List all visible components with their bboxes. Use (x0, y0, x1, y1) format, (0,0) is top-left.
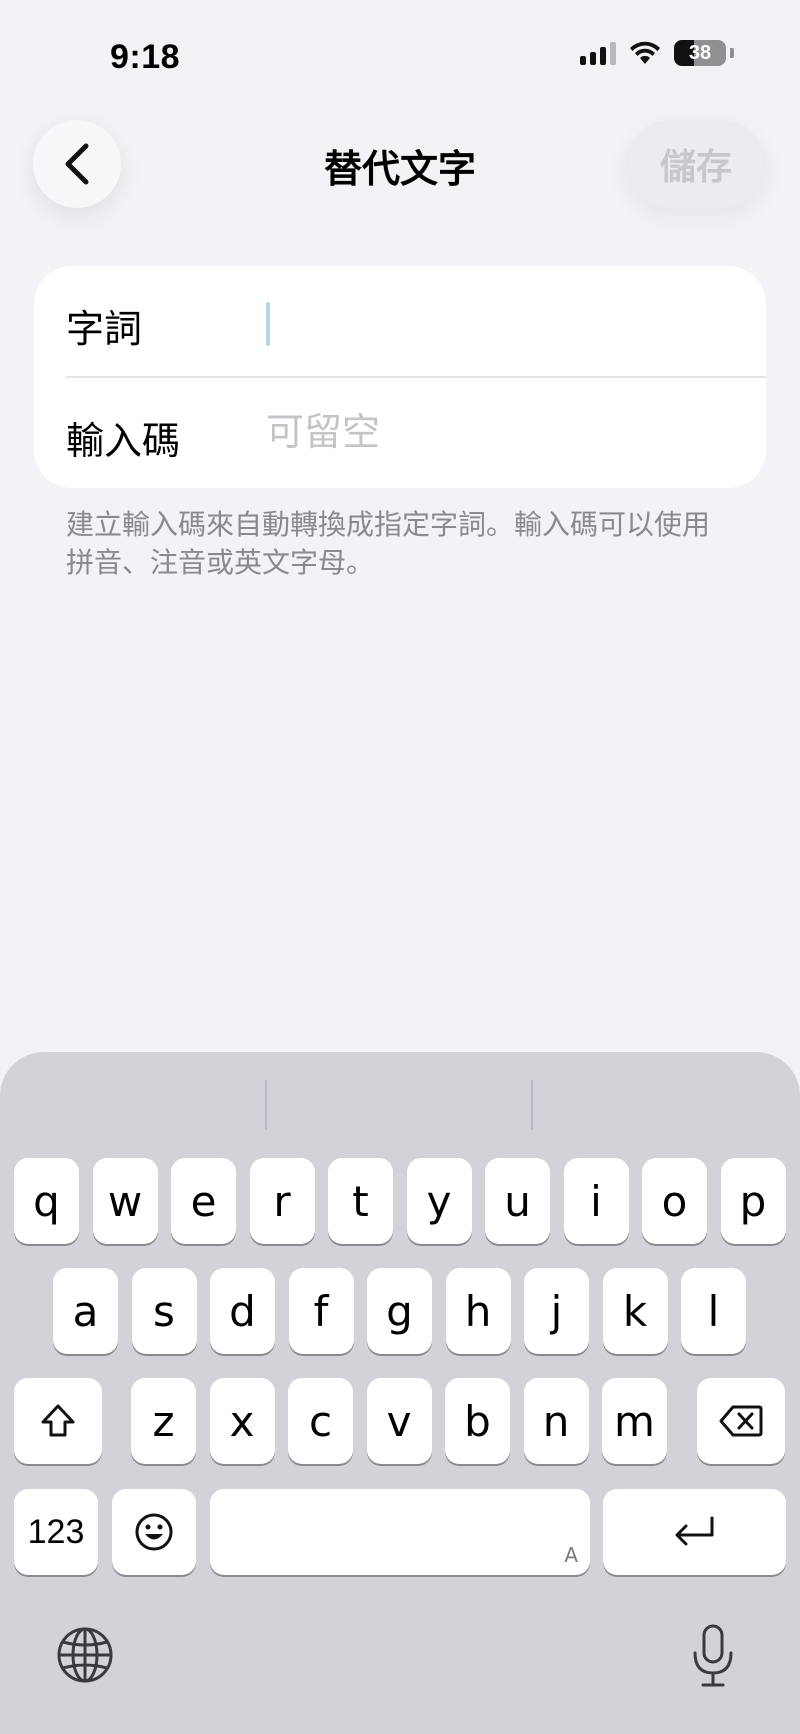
battery-icon: 38 (674, 40, 726, 66)
save-button[interactable]: 儲存 (626, 120, 766, 208)
battery-cap (730, 48, 734, 58)
helper-text: 建立輸入碼來自動轉換成指定字詞。輸入碼可以使用拼音、注音或英文字母。 (66, 508, 711, 579)
replacement-text-screen: 9:18 38 替代文字 儲存 字詞 輸入碼 可留空 建立輸入碼來自動轉換成指定… (0, 0, 800, 1734)
status-bar: 9:18 38 (0, 0, 800, 110)
key-g[interactable]: g (367, 1268, 432, 1354)
phrase-row: 字詞 (34, 266, 766, 376)
shift-key[interactable] (14, 1378, 102, 1464)
backspace-icon (719, 1405, 763, 1437)
key-a[interactable]: a (53, 1268, 118, 1354)
space-language-hint: A (564, 1543, 578, 1567)
return-key[interactable] (603, 1489, 786, 1575)
key-f[interactable]: f (288, 1268, 354, 1354)
key-r[interactable]: r (249, 1158, 315, 1244)
microphone-icon (693, 1624, 733, 1687)
status-time: 9:18 (110, 38, 181, 76)
back-button[interactable] (33, 120, 121, 208)
shortcut-label: 輸入碼 (66, 419, 181, 463)
replacement-form-card: 字詞 輸入碼 (34, 266, 766, 488)
key-c[interactable]: c (288, 1378, 353, 1464)
key-b[interactable]: b (445, 1378, 510, 1464)
phrase-input[interactable] (266, 288, 726, 352)
key-e[interactable]: e (171, 1158, 236, 1244)
key-u[interactable]: u (485, 1158, 550, 1244)
key-z[interactable]: z (131, 1378, 196, 1464)
page-title: 替代文字 (323, 147, 476, 191)
key-l[interactable]: l (681, 1268, 746, 1354)
globe-button[interactable] (52, 1622, 118, 1688)
key-y[interactable]: y (406, 1158, 472, 1244)
suggestion-divider (531, 1080, 533, 1130)
key-x[interactable]: x (209, 1378, 275, 1464)
key-i[interactable]: i (563, 1158, 629, 1244)
suggestion-bar (0, 1052, 800, 1152)
shortcut-row: 輸入碼 (34, 378, 766, 488)
emoji-key[interactable] (112, 1489, 196, 1575)
suggestion-divider (265, 1080, 267, 1130)
chevron-left-icon (65, 143, 89, 185)
key-s[interactable]: s (131, 1268, 197, 1354)
key-o[interactable]: o (642, 1158, 707, 1244)
numbers-key[interactable]: 123 (14, 1489, 98, 1575)
key-m[interactable]: m (602, 1378, 667, 1464)
key-d[interactable]: d (210, 1268, 275, 1354)
emoji-icon (135, 1513, 173, 1551)
key-v[interactable]: v (366, 1378, 432, 1464)
key-n[interactable]: n (523, 1378, 589, 1464)
cellular-signal-icon (580, 41, 616, 65)
text-caret (266, 302, 270, 346)
wifi-icon (630, 41, 660, 64)
return-icon (675, 1516, 713, 1546)
phrase-label: 字詞 (66, 307, 143, 351)
key-k[interactable]: k (602, 1268, 668, 1354)
key-w[interactable]: w (92, 1158, 158, 1244)
keyboard: qwertyuiop asdfghjkl zxcvbnm 123 A (0, 1052, 800, 1734)
key-p[interactable]: p (720, 1158, 786, 1244)
dictation-button[interactable] (680, 1616, 746, 1696)
key-q[interactable]: q (14, 1158, 79, 1244)
space-key[interactable]: A (210, 1489, 590, 1575)
status-icons: 38 (580, 40, 734, 66)
key-t[interactable]: t (328, 1158, 393, 1244)
key-j[interactable]: j (524, 1268, 589, 1354)
key-h[interactable]: h (445, 1268, 511, 1354)
delete-key[interactable] (697, 1378, 785, 1464)
battery-percentage: 38 (688, 41, 712, 64)
shift-icon (41, 1404, 75, 1437)
globe-icon (57, 1627, 113, 1683)
shortcut-input[interactable] (266, 400, 726, 464)
